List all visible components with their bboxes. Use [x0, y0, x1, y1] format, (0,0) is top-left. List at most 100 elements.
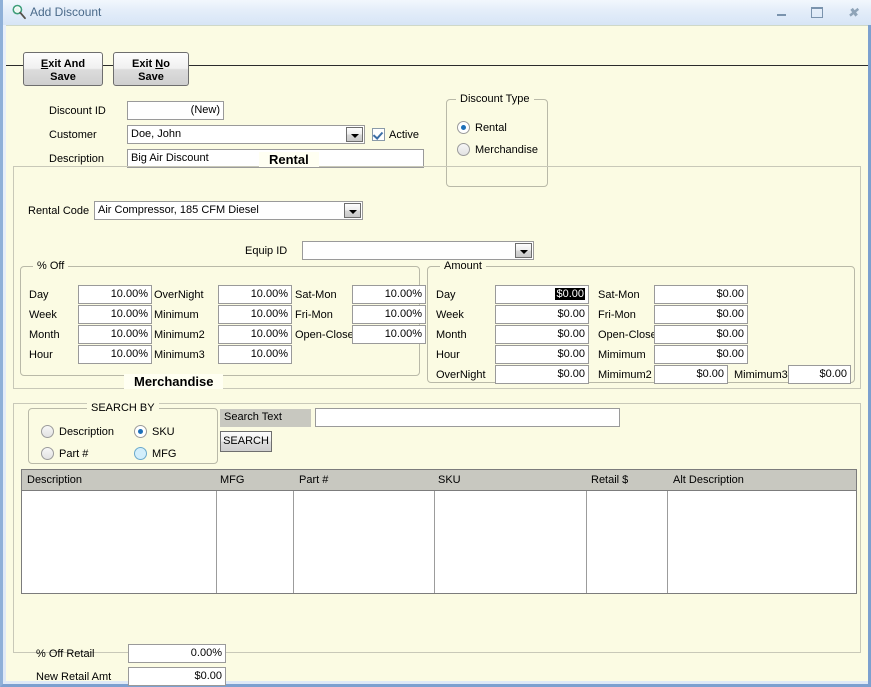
radio-search-description[interactable] [41, 425, 54, 438]
amt-day-input[interactable]: $0.00 [495, 285, 589, 304]
amt-mimimum2-label: Mimimum2 [598, 369, 652, 381]
pct-minimum-input[interactable]: 10.00% [218, 305, 292, 324]
exit-and-save-line1: Exit And [40, 58, 86, 70]
new-retail-amt-label: New Retail Amt [36, 671, 112, 683]
amt-mimimum3-input[interactable]: $0.00 [788, 365, 851, 384]
minimize-button[interactable] [767, 4, 795, 21]
radio-discount-type-rental[interactable] [457, 121, 470, 134]
customer-value: Doe, John [131, 128, 182, 140]
pct-off-retail-label: % Off Retail [36, 648, 95, 660]
amt-mimimum-label: Mimimum [598, 349, 646, 361]
equip-id-label: Equip ID [245, 245, 288, 257]
pct-minimum2-label: Minimum2 [154, 329, 205, 341]
grid-divider [216, 491, 217, 593]
chevron-down-icon[interactable] [346, 127, 363, 142]
pct-minimum-label: Minimum [154, 309, 199, 321]
pct-month-label: Month [29, 329, 60, 341]
grid-col-retail[interactable]: Retail $ [591, 474, 628, 486]
magnifier-icon [11, 4, 27, 20]
grid-col-description[interactable]: Description [27, 474, 82, 486]
amt-hour-label: Hour [436, 349, 460, 361]
grid-col-alt-description[interactable]: Alt Description [673, 474, 744, 486]
amt-mimimum2-input[interactable]: $0.00 [654, 365, 728, 384]
radio-search-part[interactable] [41, 447, 54, 460]
pct-minimum3-input[interactable]: 10.00% [218, 345, 292, 364]
radio-search-mfg[interactable] [134, 447, 147, 460]
amt-open-close-input[interactable]: $0.00 [654, 325, 748, 344]
customer-combobox[interactable]: Doe, John [127, 125, 365, 144]
pct-month-input[interactable]: 10.00% [78, 325, 152, 344]
rental-code-combobox[interactable]: Air Compressor, 185 CFM Diesel [94, 201, 363, 220]
grid-header-row: Description MFG Part # SKU Retail $ Alt … [22, 470, 856, 491]
pct-day-input[interactable]: 10.00% [78, 285, 152, 304]
search-by-title: SEARCH BY [87, 402, 159, 414]
pct-hour-input[interactable]: 10.00% [78, 345, 152, 364]
pct-overnight-label: OverNight [154, 289, 204, 301]
pct-sat-mon-label: Sat-Mon [295, 289, 337, 301]
percent-off-title: % Off [33, 260, 69, 272]
amount-group: Amount Day $0.00 Week $0.00 Month $0.00 … [427, 260, 855, 384]
exit-no-save-button[interactable]: Exit No Save [113, 52, 189, 86]
discount-id-input[interactable]: (New) [127, 101, 224, 120]
amt-week-label: Week [436, 309, 464, 321]
amount-title: Amount [440, 260, 486, 272]
search-text-label: Search Text [220, 409, 311, 427]
search-sku-label: SKU [152, 426, 175, 438]
active-checkbox[interactable] [372, 128, 385, 141]
active-label: Active [389, 129, 419, 141]
amt-week-input[interactable]: $0.00 [495, 305, 589, 324]
pct-week-input[interactable]: 10.00% [78, 305, 152, 324]
pct-hour-label: Hour [29, 349, 53, 361]
search-description-label: Description [59, 426, 115, 438]
chevron-down-icon[interactable] [344, 203, 361, 218]
pct-sat-mon-input[interactable]: 10.00% [352, 285, 426, 304]
client-area: Exit And Save Exit No Save Discount ID (… [6, 25, 868, 686]
new-retail-amt-input[interactable]: $0.00 [128, 667, 226, 686]
merchandise-section-title: Merchandise [124, 374, 224, 389]
amt-month-label: Month [436, 329, 467, 341]
description-label: Description [49, 153, 105, 165]
amt-month-input[interactable]: $0.00 [495, 325, 589, 344]
equip-id-combobox[interactable] [302, 241, 534, 260]
rental-section-title: Rental [259, 152, 319, 167]
search-button[interactable]: SEARCH [220, 431, 272, 452]
pct-fri-mon-input[interactable]: 10.00% [352, 305, 426, 324]
chevron-down-icon[interactable] [515, 243, 532, 258]
title-bar: Add Discount ✖ [3, 0, 871, 25]
pct-minimum2-input[interactable]: 10.00% [218, 325, 292, 344]
exit-and-save-button[interactable]: Exit And Save [23, 52, 103, 86]
radio-discount-type-merchandise[interactable] [457, 143, 470, 156]
search-by-group: SEARCH BY Description SKU Part # MFG [28, 402, 218, 464]
grid-divider [667, 491, 668, 593]
close-button[interactable]: ✖ [839, 4, 867, 21]
grid-divider [586, 491, 587, 593]
merchandise-results-grid[interactable]: Description MFG Part # SKU Retail $ Alt … [21, 469, 857, 594]
pct-overnight-input[interactable]: 10.00% [218, 285, 292, 304]
radio-search-sku[interactable] [134, 425, 147, 438]
pct-open-close-input[interactable]: 10.00% [352, 325, 426, 344]
amt-hour-input[interactable]: $0.00 [495, 345, 589, 364]
pct-minimum3-label: Minimum3 [154, 349, 205, 361]
amt-sat-mon-label: Sat-Mon [598, 289, 640, 301]
application-window: Add Discount ✖ Exit And Save Exit No Sav… [0, 0, 871, 687]
grid-col-mfg[interactable]: MFG [220, 474, 244, 486]
pct-day-label: Day [29, 289, 49, 301]
exit-no-save-line1: Exit No [132, 58, 170, 70]
customer-label: Customer [49, 129, 97, 141]
amt-fri-mon-input[interactable]: $0.00 [654, 305, 748, 324]
amt-fri-mon-label: Fri-Mon [598, 309, 636, 321]
exit-no-save-line2: Save [138, 71, 164, 83]
search-text-input[interactable] [315, 408, 620, 427]
pct-week-label: Week [29, 309, 57, 321]
percent-off-group: % Off Day 10.00% Week 10.00% Month 10.00… [20, 260, 426, 376]
maximize-button[interactable] [803, 4, 831, 21]
pct-off-retail-input[interactable]: 0.00% [128, 644, 226, 663]
pct-fri-mon-label: Fri-Mon [295, 309, 333, 321]
rental-code-value: Air Compressor, 185 CFM Diesel [98, 204, 259, 216]
amt-overnight-input[interactable]: $0.00 [495, 365, 589, 384]
amt-sat-mon-input[interactable]: $0.00 [654, 285, 748, 304]
amt-mimimum3-label: Mimimum3 [734, 369, 788, 381]
grid-col-sku[interactable]: SKU [438, 474, 461, 486]
amt-mimimum-input[interactable]: $0.00 [654, 345, 748, 364]
grid-col-part[interactable]: Part # [299, 474, 328, 486]
